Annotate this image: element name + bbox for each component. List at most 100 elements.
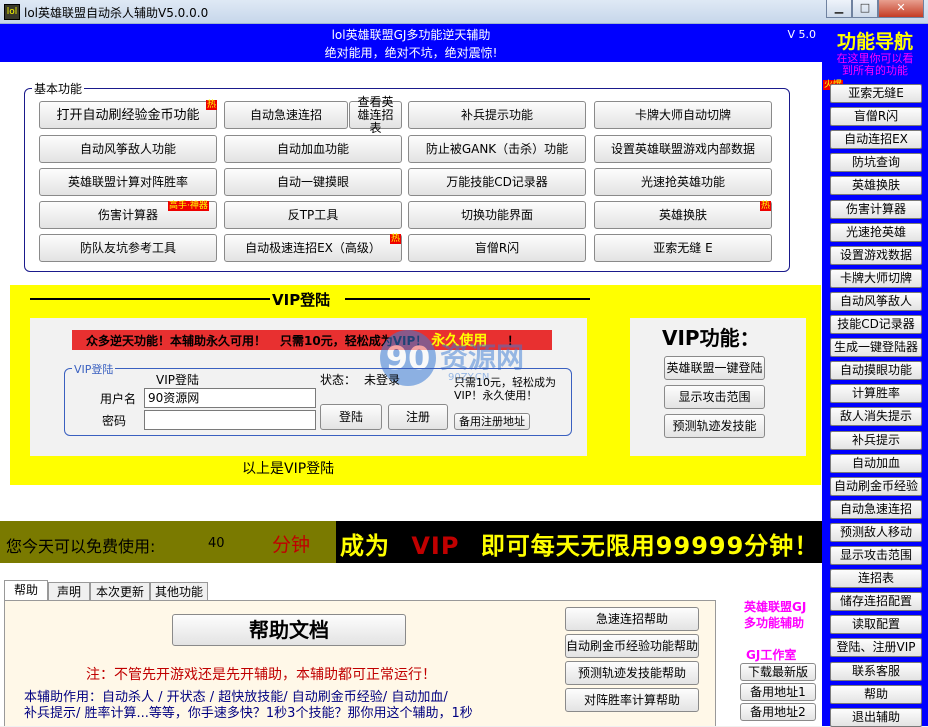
nav-item-skin-changer[interactable]: 英雄换肤	[830, 176, 922, 196]
vip-features-title: VIP功能：	[662, 326, 760, 350]
username-input[interactable]: 90资源网	[144, 388, 316, 408]
password-input[interactable]	[144, 410, 316, 430]
vip-slogan-b: VIP	[411, 532, 460, 560]
nav-item-load-config[interactable]: 读取配置	[830, 615, 922, 635]
close-button[interactable]: ✕	[878, 0, 924, 18]
anti-tp-button[interactable]: 反TP工具	[224, 201, 402, 229]
vip-banner-a: 众多逆天功能！本辅助永久可用！	[86, 333, 267, 348]
nav-item-enemy-missing[interactable]: 敌人消失提示	[830, 407, 922, 427]
open-gold-exp-button[interactable]: 打开自动刷经验金币功能	[39, 101, 217, 129]
nav-item-auto-kite[interactable]: 自动风筝敌人	[830, 291, 922, 311]
nav-item-predict-enemy[interactable]: 预测敌人移动	[830, 522, 922, 542]
help-predict-button[interactable]: 预测轨迹发技能帮助	[565, 661, 699, 685]
nav-item-login-generator[interactable]: 生成一键登陆器	[830, 338, 922, 358]
nav-item-hero-grab[interactable]: 光速抢英雄	[830, 222, 922, 242]
vip-feature-attack-range[interactable]: 显示攻击范围	[664, 385, 765, 409]
auto-ward-button[interactable]: 自动一键摸眼	[224, 168, 402, 196]
winrate-calc-button[interactable]: 英雄联盟计算对阵胜率	[39, 168, 217, 196]
card-master-button[interactable]: 卡牌大师自动切牌	[594, 101, 772, 129]
nav-item-game-settings[interactable]: 设置游戏数据	[830, 245, 922, 265]
backup-address-2-button[interactable]: 备用地址2	[740, 703, 816, 721]
leesin-flash-button[interactable]: 盲僧R闪	[408, 234, 586, 262]
free-usage-text: 您今天可以免费使用:	[6, 537, 156, 556]
username-label: 用户名	[100, 392, 137, 406]
nav-item-exit[interactable]: 退出辅助	[830, 707, 922, 727]
hero-grab-button[interactable]: 光速抢英雄功能	[594, 168, 772, 196]
header-banner: lol英雄联盟GJ多功能逆天辅助 绝对能用，绝对不坑，绝对震惊! V 5.0	[0, 24, 822, 62]
tag-expert-damage: 高手·神器	[168, 201, 209, 211]
title-bar: lol lol英雄联盟自动杀人辅助V5.0.0.0 ▁ □ ✕	[0, 0, 928, 24]
yasuo-e-button[interactable]: 亚索无缝 E	[594, 234, 772, 262]
nav-item-auto-combo-ex[interactable]: 自动连招EX	[830, 130, 922, 150]
nav-item-combo-table[interactable]: 连招表	[830, 569, 922, 589]
vip-title: VIP登陆	[272, 291, 331, 309]
nav-item-cd-recorder[interactable]: 技能CD记录器	[830, 315, 922, 334]
basic-functions-label: 基本功能	[32, 80, 85, 97]
status-label: 状态：	[320, 373, 357, 387]
nav-item-damage-calc[interactable]: 伤害计算器	[830, 199, 922, 219]
nav-item-anti-troll-query[interactable]: 防坑查询	[830, 153, 922, 173]
header-title: lol英雄联盟GJ多功能逆天辅助	[331, 28, 491, 42]
nav-item-leesin-r-flash[interactable]: 盲僧R闪	[830, 107, 922, 127]
nav-item-gold-exp[interactable]: 自动刷金币经验	[830, 476, 922, 496]
nav-item-yasuo-e[interactable]: 亚索无缝E	[830, 84, 922, 103]
password-label: 密码	[102, 414, 127, 428]
combo-ex-button[interactable]: 自动极速连招EX（高级）	[224, 234, 402, 262]
auto-kite-button[interactable]: 自动风筝敌人功能	[39, 135, 217, 163]
help-desc-line2: 补兵提示/ 胜率计算...等等，你手速多快？1秒3个技能？那你用这个辅助，1秒	[24, 706, 473, 721]
anti-gank-button[interactable]: 防止被GANK（击杀）功能	[408, 135, 586, 163]
nav-subtitle-2: 到所有的功能	[842, 64, 908, 77]
tab-statement[interactable]: 声明	[48, 582, 90, 600]
backup-address-1-button[interactable]: 备用地址1	[740, 683, 816, 701]
help-doc-button[interactable]: 帮助文档	[172, 614, 406, 646]
help-gold-exp-button[interactable]: 自动刷金币经验功能帮助	[565, 634, 699, 658]
nav-item-auto-fast-combo[interactable]: 自动急速连招	[830, 499, 922, 519]
combo-table-button[interactable]: 查看英雄连招表	[349, 95, 402, 134]
vip-login-heading: VIP登陆	[156, 373, 199, 387]
nav-item-auto-heal[interactable]: 自动加血	[830, 453, 922, 473]
help-winrate-button[interactable]: 对阵胜率计算帮助	[565, 688, 699, 712]
minimize-button[interactable]: ▁	[826, 0, 852, 18]
switch-ui-button[interactable]: 切换功能界面	[408, 201, 586, 229]
minutes-unit: 分钟	[272, 534, 311, 556]
maximize-button[interactable]: □	[852, 0, 878, 18]
auto-heal-button[interactable]: 自动加血功能	[224, 135, 402, 163]
vip-footer: 以上是VIP登陆	[242, 461, 335, 477]
game-settings-button[interactable]: 设置英雄联盟游戏内部数据	[594, 135, 772, 163]
nav-item-save-combo[interactable]: 储存连招配置	[830, 592, 922, 612]
skin-changer-button[interactable]: 英雄换肤	[594, 201, 772, 229]
help-combo-button[interactable]: 急速连招帮助	[565, 607, 699, 631]
nav-item-help[interactable]: 帮助	[830, 684, 922, 704]
backup-register-button[interactable]: 备用注册地址	[454, 413, 530, 430]
nav-item-vip-login-register[interactable]: 登陆、注册VIP	[830, 638, 922, 658]
tab-other[interactable]: 其他功能	[150, 582, 208, 600]
register-button[interactable]: 注册	[388, 404, 448, 430]
app-icon: lol	[4, 4, 20, 20]
free-minutes: 40	[208, 536, 225, 551]
nav-item-attack-range[interactable]: 显示攻击范围	[830, 546, 922, 565]
nav-item-winrate[interactable]: 计算胜率	[830, 384, 922, 404]
vip-feature-auto-login[interactable]: 英雄联盟一键登陆	[664, 356, 765, 380]
tab-updates[interactable]: 本次更新	[90, 582, 150, 600]
nav-item-auto-ward[interactable]: 自动摸眼功能	[830, 361, 922, 381]
login-button[interactable]: 登陆	[320, 404, 382, 430]
header-subtitle: 绝对能用，绝对不坑，绝对震惊!	[324, 46, 498, 60]
nav-item-contact-support[interactable]: 联系客服	[830, 661, 922, 681]
nav-title: 功能导航	[836, 31, 913, 53]
vip-slogan-a: 成为	[340, 532, 390, 560]
tag-hot-combo-ex: 热	[390, 234, 402, 244]
cd-recorder-button[interactable]: 万能技能CD记录器	[408, 168, 586, 196]
vip-feature-predict-skill[interactable]: 预测轨迹发技能	[664, 414, 765, 438]
teammate-guide-button[interactable]: 防队友坑参考工具	[39, 234, 217, 262]
download-latest-button[interactable]: 下载最新版	[740, 663, 816, 681]
auto-combo-button[interactable]: 自动急速连招	[224, 101, 348, 129]
nav-item-card-master[interactable]: 卡牌大师切牌	[830, 268, 922, 288]
last-hit-hint-button[interactable]: 补兵提示功能	[408, 101, 586, 129]
studio-brand-1: 英雄联盟GJ	[744, 600, 807, 614]
tag-hot-skin: 热	[760, 201, 772, 211]
version-label: V 5.0	[787, 28, 816, 41]
window-title: lol英雄联盟自动杀人辅助V5.0.0.0	[24, 6, 209, 20]
tab-help[interactable]: 帮助	[4, 580, 48, 600]
help-note: 注：不管先开游戏还是先开辅助，本辅助都可正常运行！	[86, 667, 436, 683]
nav-item-last-hit-hint[interactable]: 补兵提示	[830, 430, 922, 450]
